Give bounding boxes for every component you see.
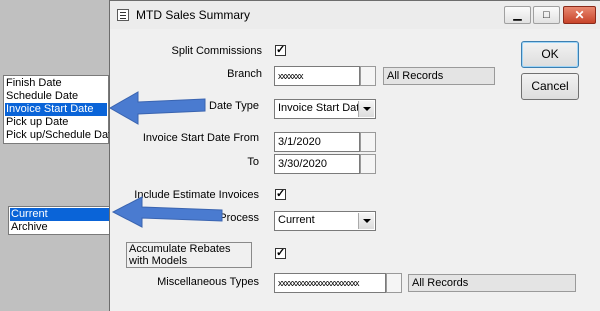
branch-records-display: All Records: [383, 67, 495, 85]
dropdown-arrow-icon[interactable]: [358, 101, 374, 117]
maximize-icon: □: [543, 9, 550, 21]
process-label: Process: [219, 212, 259, 224]
dropdown-arrow-icon[interactable]: [358, 213, 374, 229]
branch-input[interactable]: xxxxxxx: [274, 66, 360, 86]
cancel-button[interactable]: Cancel: [521, 73, 579, 100]
date-type-option-selected[interactable]: Invoice Start Date: [5, 103, 107, 116]
date-type-value: Invoice Start Date: [278, 102, 362, 114]
invoice-start-to-picker[interactable]: [360, 154, 376, 174]
process-options-list: Current Archive: [8, 206, 112, 235]
title-bar: MTD Sales Summary ▁ □ ✕: [110, 1, 600, 29]
misc-types-label: Miscellaneous Types: [157, 276, 259, 288]
invoice-start-from-label: Invoice Start Date From: [142, 132, 259, 144]
include-estimates-label: Include Estimate Invoices: [134, 189, 259, 201]
close-icon: ✕: [574, 8, 585, 22]
mtd-sales-summary-dialog: MTD Sales Summary ▁ □ ✕ Split Commission…: [109, 0, 600, 311]
accumulate-rebates-label: Accumulate Rebates with Models: [126, 242, 252, 268]
misc-types-input[interactable]: xxxxxxxxxxxxxxxxxxxxxxx: [274, 273, 386, 293]
split-commissions-checkbox[interactable]: ✓: [275, 44, 286, 56]
minimize-button[interactable]: ▁: [504, 6, 531, 24]
misc-types-lookup-button[interactable]: [386, 273, 402, 293]
date-type-option[interactable]: Pick up Date: [6, 116, 68, 129]
process-select[interactable]: Current: [274, 211, 376, 231]
date-type-options-list: Finish Date Schedule Date Invoice Start …: [3, 75, 117, 144]
accumulate-rebates-checkbox[interactable]: ✓: [275, 247, 286, 259]
close-button[interactable]: ✕: [563, 6, 596, 24]
checkmark-icon: ✓: [276, 44, 286, 56]
invoice-start-from-input[interactable]: 3/1/2020: [274, 132, 360, 152]
invoice-start-to-input[interactable]: 3/30/2020: [274, 154, 360, 174]
branch-label: Branch: [227, 68, 262, 80]
window-title: MTD Sales Summary: [136, 8, 251, 22]
maximize-button[interactable]: □: [533, 6, 560, 24]
date-type-label: Date Type: [209, 100, 259, 112]
date-type-option[interactable]: Pick up/Schedule Date: [6, 129, 117, 142]
include-estimates-checkbox[interactable]: ✓: [275, 188, 286, 200]
invoice-start-to-label: To: [247, 156, 259, 168]
process-option[interactable]: Archive: [11, 221, 48, 234]
app-icon: [117, 9, 129, 21]
checkmark-icon: ✓: [276, 188, 286, 200]
checkmark-icon: ✓: [276, 247, 286, 259]
invoice-start-from-picker[interactable]: [360, 132, 376, 152]
process-option-selected[interactable]: Current: [10, 208, 110, 221]
branch-lookup-button[interactable]: [360, 66, 376, 86]
date-type-select[interactable]: Invoice Start Date: [274, 99, 376, 119]
date-type-option[interactable]: Schedule Date: [6, 90, 78, 103]
minimize-icon: ▁: [513, 9, 522, 21]
misc-types-records-display: All Records: [408, 274, 576, 292]
ok-button[interactable]: OK: [521, 41, 579, 68]
process-value: Current: [278, 214, 315, 226]
date-type-option[interactable]: Finish Date: [6, 77, 62, 90]
split-commissions-label: Split Commissions: [171, 45, 262, 57]
